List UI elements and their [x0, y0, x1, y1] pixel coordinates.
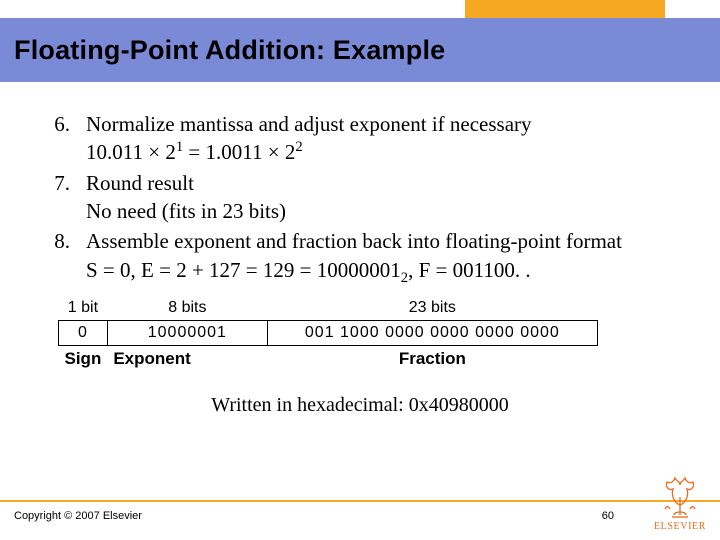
step-expr: S = 0, E = 2 + 127 = 129 = 100000012, F …	[86, 256, 696, 284]
accent-bar	[465, 0, 665, 18]
step-number: 6.	[24, 110, 86, 167]
step-text: Round result	[86, 169, 696, 197]
value-fraction: 001 1000 0000 0000 0000 0000	[267, 321, 597, 346]
table-row: 1 bit 8 bits 23 bits	[59, 296, 598, 321]
table-row: Sign Exponent Fraction	[59, 346, 598, 373]
step-body: Normalize mantissa and adjust exponent i…	[86, 110, 696, 167]
value-exponent: 10000001	[107, 321, 267, 346]
content-area: 6. Normalize mantissa and adjust exponen…	[24, 110, 696, 417]
tree-icon	[657, 475, 703, 519]
width-fraction: 23 bits	[267, 296, 597, 321]
copyright-text: Copyright © 2007 Elsevier	[14, 510, 142, 522]
step-number: 8.	[24, 227, 86, 284]
step-list: 6. Normalize mantissa and adjust exponen…	[24, 110, 696, 284]
table-row: 0 10000001 001 1000 0000 0000 0000 0000	[59, 321, 598, 346]
elsevier-logo: ELSEVIER	[654, 475, 706, 532]
label-sign: Sign	[59, 346, 108, 373]
width-exponent: 8 bits	[107, 296, 267, 321]
label-fraction: Fraction	[267, 346, 597, 373]
step-body: Assemble exponent and fraction back into…	[86, 227, 696, 284]
logo-text: ELSEVIER	[654, 521, 706, 532]
step-number: 7.	[24, 169, 86, 226]
step-text: No need (fits in 23 bits)	[86, 197, 696, 225]
list-item: 6. Normalize mantissa and adjust exponen…	[24, 110, 696, 167]
step-body: Round result No need (fits in 23 bits)	[86, 169, 696, 226]
step-text: Normalize mantissa and adjust exponent i…	[86, 110, 696, 138]
slide-title: Floating-Point Addition: Example	[14, 35, 445, 66]
value-sign: 0	[59, 321, 108, 346]
list-item: 7. Round result No need (fits in 23 bits…	[24, 169, 696, 226]
label-exponent: Exponent	[107, 346, 267, 373]
bitfield-diagram: 1 bit 8 bits 23 bits 0 10000001 001 1000…	[58, 296, 696, 372]
bitfield-table: 1 bit 8 bits 23 bits 0 10000001 001 1000…	[58, 296, 598, 372]
step-text: Assemble exponent and fraction back into…	[86, 227, 696, 255]
title-bar: Floating-Point Addition: Example	[0, 18, 720, 82]
page-number: 60	[602, 510, 614, 522]
step-expr: 10.011 × 21 = 1.0011 × 22	[86, 138, 696, 166]
hex-result: Written in hexadecimal: 0x40980000	[24, 394, 696, 417]
width-sign: 1 bit	[59, 296, 108, 321]
footer: Copyright © 2007 Elsevier 60	[0, 500, 720, 530]
list-item: 8. Assemble exponent and fraction back i…	[24, 227, 696, 284]
